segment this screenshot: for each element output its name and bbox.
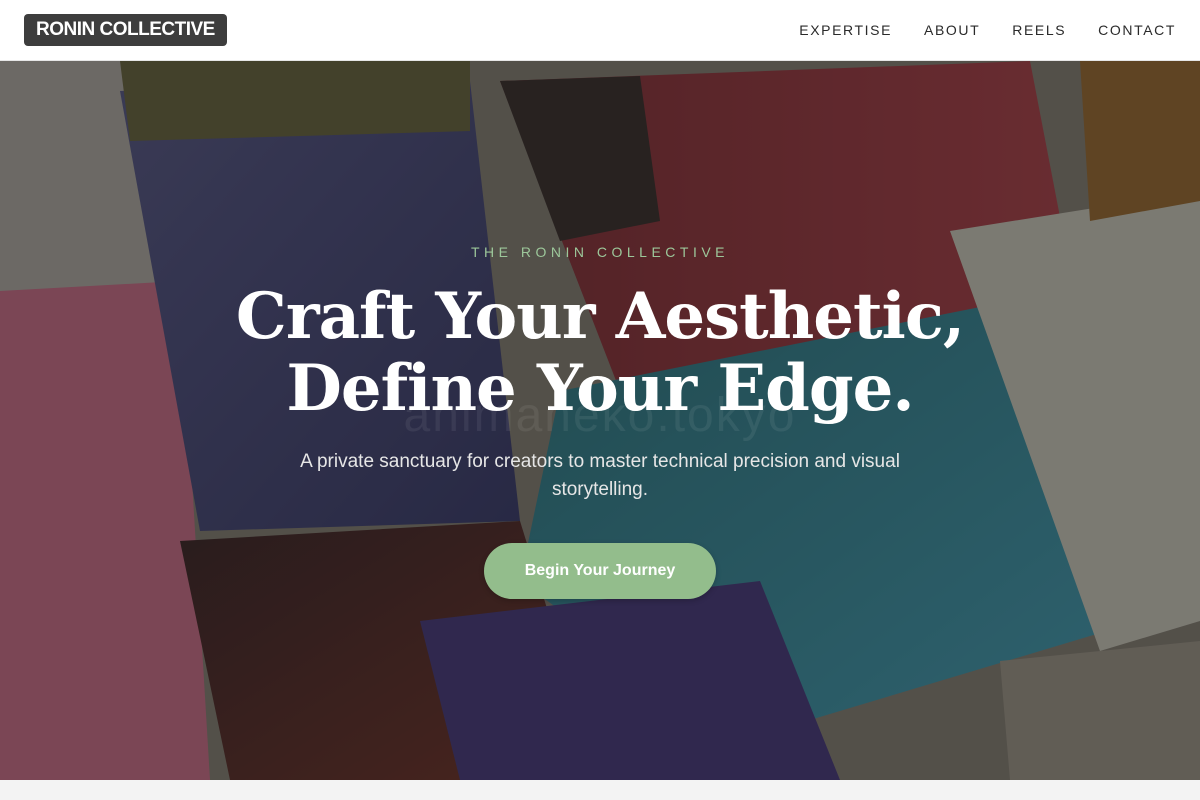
site-header: RONIN COLLECTIVE EXPERTISE ABOUT REELS C… xyxy=(0,0,1200,61)
headline-line-2: Define Your Edge. xyxy=(286,351,914,426)
site-logo[interactable]: RONIN COLLECTIVE xyxy=(24,14,227,46)
hero-headline: Craft Your Aesthetic, Define Your Edge. xyxy=(200,281,1000,425)
headline-line-1: Craft Your Aesthetic, xyxy=(235,279,965,354)
hero-eyebrow: THE RONIN COLLECTIVE xyxy=(470,244,730,260)
nav-link-about[interactable]: ABOUT xyxy=(924,22,980,38)
nav-link-expertise[interactable]: EXPERTISE xyxy=(799,22,892,38)
page-bottom-strip xyxy=(0,780,1200,800)
hero-subheading: A private sanctuary for creators to mast… xyxy=(300,451,900,500)
nav-link-reels[interactable]: REELS xyxy=(1012,22,1066,38)
begin-journey-button[interactable]: Begin Your Journey xyxy=(484,543,716,599)
main-nav: EXPERTISE ABOUT REELS CONTACT xyxy=(767,0,1176,60)
hero-section: animaneko.tokyo THE RONIN COLLECTIVE Cra… xyxy=(0,61,1200,780)
hero-content: THE RONIN COLLECTIVE Craft Your Aestheti… xyxy=(0,61,1200,780)
nav-link-contact[interactable]: CONTACT xyxy=(1098,22,1176,38)
